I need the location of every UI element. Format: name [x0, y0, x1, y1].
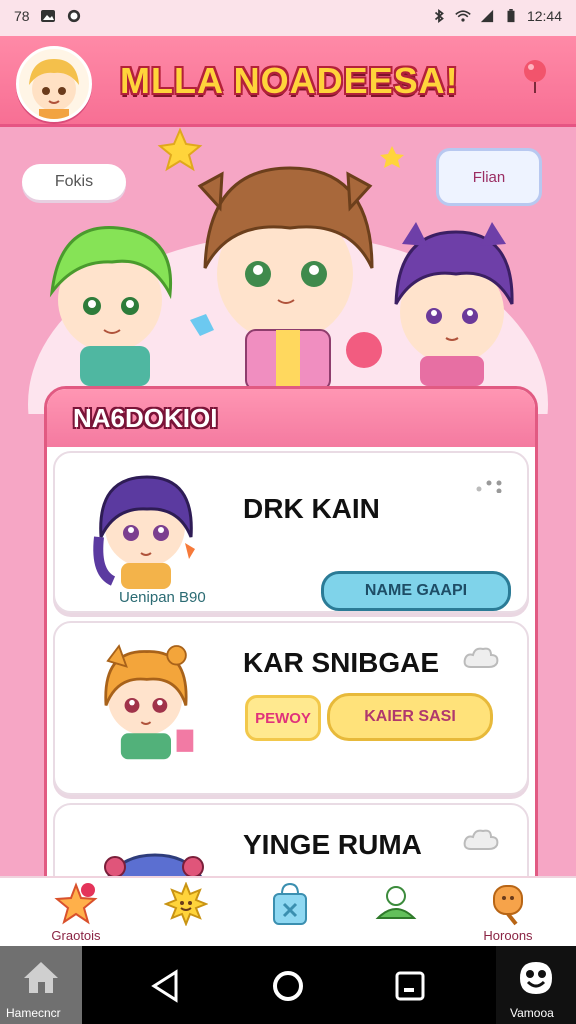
character-list-panel: NA6DOKIOI DRK KAIN Uenipan B90 NAME GAAP… — [44, 386, 538, 952]
whatsapp-notification-icon — [67, 9, 80, 23]
cloud-icon[interactable] — [463, 827, 499, 851]
star-icon — [54, 882, 98, 925]
home-tile-label: Hamecncr — [6, 1006, 61, 1020]
image-notification-icon — [40, 10, 55, 22]
tab-bag[interactable] — [250, 882, 330, 944]
cloud-icon[interactable] — [463, 645, 499, 669]
app-header: MLLA NOADEESA! — [0, 36, 576, 127]
bluetooth-icon — [434, 9, 444, 23]
bag-icon — [273, 882, 307, 925]
bottom-tab-bar: Graotois Horoons — [0, 876, 576, 948]
home-shortcut-tile[interactable]: Hamecncr — [0, 946, 82, 1024]
lollipop-icon — [493, 885, 523, 926]
tab-label: Graotois — [51, 928, 101, 943]
name-gaapi-button[interactable]: NAME GAAPI — [321, 571, 511, 611]
tab-bell[interactable] — [356, 882, 436, 944]
home-icon — [24, 962, 58, 993]
status-bar: 78 12:44 — [0, 0, 576, 36]
character-card-2[interactable]: KAR SNIBGAE PEWOY KAIER SASI — [53, 621, 529, 795]
home-button-icon[interactable] — [266, 964, 310, 1008]
wifi-icon — [455, 10, 471, 22]
cloud-left-text: Fokis — [54, 173, 94, 190]
character-name: YINGE RUMA — [243, 829, 422, 860]
profile-tile-label: Vamooa — [510, 1006, 554, 1020]
character-name: DRK KAIN — [243, 493, 380, 524]
tab-horoons[interactable]: Horoons — [468, 882, 548, 944]
cloud-bubble-left: Fokis — [22, 164, 126, 200]
more-options-icon[interactable] — [475, 479, 503, 493]
app-title: MLLA NOADEESA! — [120, 60, 459, 101]
character-subtitle: Uenipan B90 — [119, 589, 206, 606]
tab-sun[interactable] — [146, 882, 226, 944]
status-right: 12:44 — [431, 8, 562, 24]
bell-icon — [375, 886, 417, 919]
tab-label: Horoons — [483, 928, 533, 943]
signal-icon — [480, 9, 494, 23]
battery-icon — [507, 9, 515, 23]
system-navigation-bar: Hamecncr Vamooa — [0, 946, 576, 1024]
status-time: 12:44 — [526, 8, 562, 24]
sun-icon — [164, 882, 208, 926]
recents-icon[interactable] — [388, 964, 432, 1008]
orange-hair-cat-character-portrait — [104, 644, 194, 760]
back-icon[interactable] — [144, 964, 188, 1008]
character-card-1[interactable]: DRK KAIN Uenipan B90 NAME GAAPI — [53, 451, 529, 613]
speech-bubble-right: Flian — [436, 148, 542, 206]
balloon-icon[interactable] — [520, 58, 550, 94]
status-left-text: 78 — [14, 8, 30, 24]
chibi-boy-avatar-icon — [29, 59, 79, 119]
tab-graotois[interactable]: Graotois — [36, 882, 116, 944]
cloud-right-text: Flian — [472, 168, 506, 186]
profile-shortcut-tile[interactable]: Vamooa — [496, 946, 576, 1024]
panel-header: NA6DOKIOI — [47, 389, 535, 447]
purple-hair-character-portrait — [93, 475, 195, 589]
smiley-face-icon — [520, 962, 552, 994]
kaier-sasi-button[interactable]: KAIER SASI — [327, 693, 493, 741]
profile-avatar[interactable] — [16, 46, 92, 122]
panel-title: NA6DOKIOI — [73, 403, 218, 433]
pewoy-badge[interactable]: PEWOY — [245, 695, 321, 741]
character-name: KAR SNIBGAE — [243, 647, 440, 678]
status-left: 78 — [14, 8, 82, 24]
